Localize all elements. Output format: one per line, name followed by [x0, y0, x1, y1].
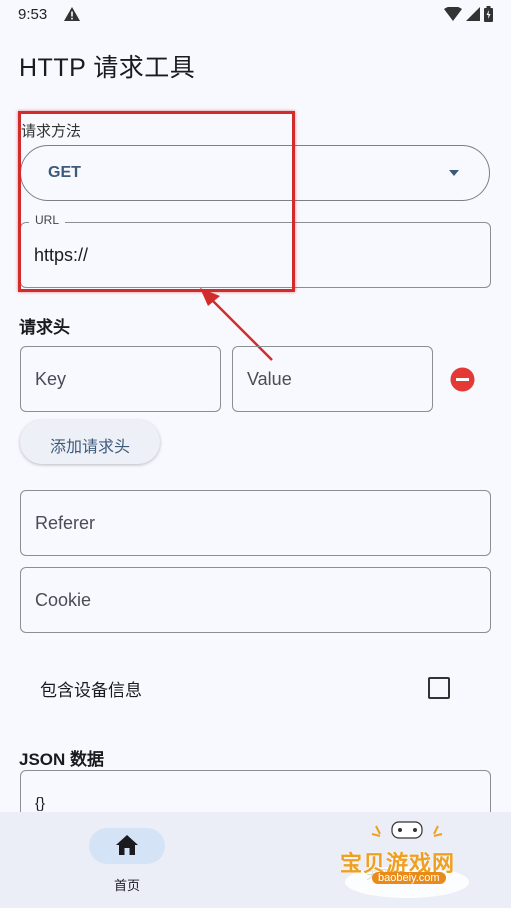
- remove-header-icon[interactable]: [450, 367, 475, 392]
- json-value: {}: [35, 795, 46, 812]
- add-header-button[interactable]: 添加请求头: [20, 420, 160, 464]
- annotation-highlight-box: [18, 111, 295, 292]
- dropdown-arrow-icon: [449, 170, 459, 176]
- signal-icon: [466, 7, 480, 21]
- cookie-input[interactable]: Cookie: [20, 567, 491, 633]
- header-key-placeholder: Key: [35, 369, 67, 389]
- cookie-placeholder: Cookie: [35, 590, 92, 610]
- battery-icon: [484, 6, 493, 22]
- header-value-placeholder: Value: [247, 369, 292, 389]
- page-title: HTTP 请求工具: [19, 54, 196, 82]
- watermark-url: baobeiy.com: [372, 872, 446, 884]
- headers-section-title: 请求头: [19, 318, 70, 337]
- referer-input[interactable]: Referer: [20, 490, 491, 556]
- device-info-checkbox[interactable]: [428, 677, 450, 699]
- status-bar: 9:53: [0, 0, 511, 30]
- nav-home-label: 首页: [113, 878, 140, 893]
- watermark: 宝贝游戏网 baobeiy.com: [332, 820, 482, 900]
- status-icons: [444, 6, 493, 22]
- add-header-label: 添加请求头: [49, 439, 130, 456]
- wifi-icon: [444, 7, 462, 21]
- device-info-label: 包含设备信息: [40, 681, 142, 700]
- nav-home[interactable]: 首页: [89, 828, 165, 893]
- warning-icon: [64, 7, 80, 21]
- header-value-input[interactable]: Value: [232, 346, 433, 412]
- status-time: 9:53: [18, 6, 48, 23]
- json-section-title: JSON 数据: [19, 750, 105, 769]
- header-key-input[interactable]: Key: [20, 346, 221, 412]
- referer-placeholder: Referer: [35, 513, 96, 533]
- home-icon: [116, 835, 138, 855]
